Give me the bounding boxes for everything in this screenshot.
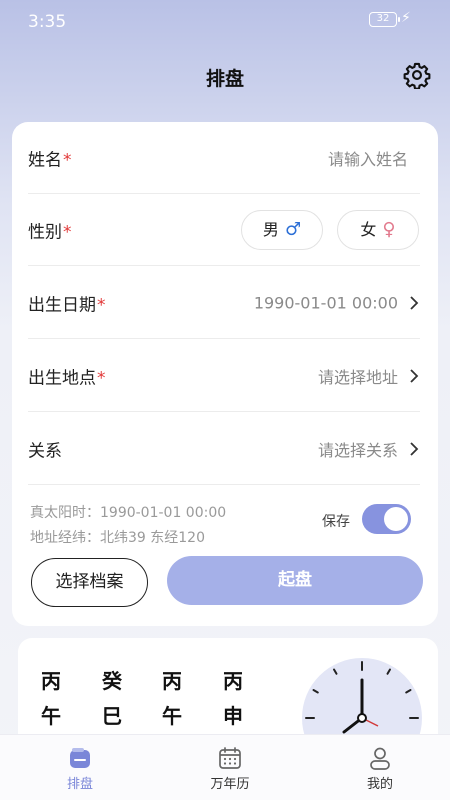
name-input[interactable]: 请输入姓名 — [328, 146, 408, 170]
stem-4: 丙 — [223, 669, 243, 693]
battery-level: 32 — [376, 13, 390, 24]
chart-form: 姓名* 请输入姓名 性别* 男 ♂ 女 ♀ 出生日期* 1990-01-01 00:… — [12, 122, 438, 626]
gear-icon — [403, 62, 431, 90]
birth-place-row[interactable]: 出生地点* 请选择地址 — [28, 340, 420, 412]
birth-place-value[interactable]: 请选择地址 — [318, 364, 398, 388]
stem-2: 癸 — [102, 669, 122, 693]
stem-1: 丙 — [41, 669, 61, 693]
true-solar-time: 真太阳时：1990-01-01 00:00 — [30, 505, 227, 521]
settings-button[interactable] — [403, 61, 431, 90]
gender-label: 性别* — [28, 222, 72, 243]
tab-chart[interactable]: 排盘 — [5, 735, 155, 800]
branch-4: 申 — [223, 704, 243, 728]
male-button[interactable]: 男 ♂ — [241, 210, 323, 250]
tab-calendar-label: 万年历 — [210, 777, 250, 792]
select-archive-button[interactable]: 选择档案 — [31, 558, 148, 607]
status-bar: 3:35 32 ⚡ — [0, 0, 450, 48]
save-label: 保存 — [322, 514, 350, 530]
charging-icon: ⚡ — [401, 10, 411, 26]
name-label: 姓名* — [28, 150, 72, 171]
branch-2: 巳 — [102, 704, 122, 728]
chevron-right-icon — [410, 296, 419, 310]
battery-icon: 32 — [369, 12, 400, 27]
branch-3: 午 — [162, 704, 182, 728]
tab-profile-label: 我的 — [366, 777, 393, 792]
relation-label: 关系 — [28, 441, 62, 462]
chart-icon — [70, 748, 90, 768]
gender-row: 性别* 男 ♂ 女 ♀ — [28, 194, 420, 266]
male-icon: ♂ — [284, 219, 302, 240]
status-time: 3:35 — [28, 12, 67, 32]
name-row[interactable]: 姓名* 请输入姓名 — [28, 122, 420, 194]
coordinates: 地址经纬：北纬39 东经120 — [30, 530, 205, 546]
tab-bar: 排盘 万年历 我的 — [0, 734, 450, 800]
relation-row[interactable]: 关系 请选择关系 — [28, 413, 420, 485]
stem-3: 丙 — [162, 669, 182, 693]
female-icon: ♀ — [382, 219, 396, 240]
chevron-right-icon — [410, 369, 419, 383]
branch-1: 午 — [41, 704, 61, 728]
tab-profile[interactable]: 我的 — [305, 735, 450, 800]
calendar-icon — [219, 747, 241, 769]
birth-date-value[interactable]: 1990-01-01 00:00 — [254, 294, 398, 313]
birth-place-label: 出生地点* — [28, 368, 106, 389]
chevron-right-icon — [410, 442, 419, 456]
profile-icon — [370, 747, 390, 770]
tab-chart-label: 排盘 — [66, 777, 93, 792]
birth-date-label: 出生日期* — [28, 295, 106, 316]
female-button[interactable]: 女 ♀ — [337, 210, 419, 250]
tab-calendar[interactable]: 万年历 — [155, 735, 305, 800]
birth-date-row[interactable]: 出生日期* 1990-01-01 00:00 — [28, 267, 420, 339]
start-chart-button[interactable]: 起盘 — [167, 556, 423, 605]
save-toggle[interactable] — [362, 504, 411, 534]
page-title: 排盘 — [205, 68, 244, 90]
relation-value[interactable]: 请选择关系 — [318, 437, 398, 461]
